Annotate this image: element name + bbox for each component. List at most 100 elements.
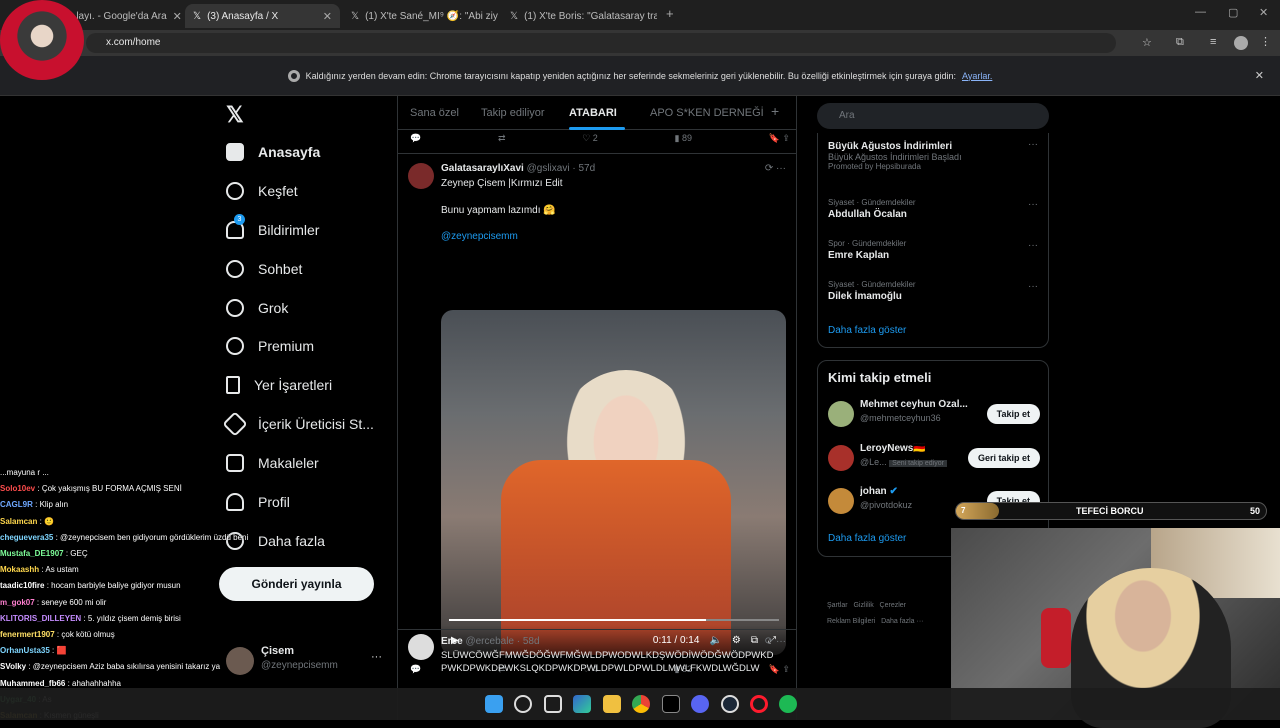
follows-you-badge: Seni takip ediyor: [889, 460, 947, 467]
chat-username: m_gok07: [0, 597, 35, 607]
nav-label: Grok: [258, 300, 289, 316]
nav-notifications[interactable]: 3 Bildirimler: [226, 214, 319, 239]
search-input[interactable]: Ara: [817, 103, 1049, 129]
nav-premium[interactable]: Premium: [226, 337, 314, 355]
footer-link[interactable]: Reklam Bilgileri: [827, 618, 875, 625]
footer-link[interactable]: Şartlar: [827, 602, 848, 609]
tab-atabari[interactable]: ATABARI: [569, 107, 617, 119]
tab-following[interactable]: Takip ediliyor: [481, 107, 545, 119]
close-icon[interactable]: ✕: [173, 10, 182, 23]
close-icon[interactable]: ✕: [323, 10, 332, 23]
tab-x-boris[interactable]: 𝕏(1) X'te Boris: "Galatasaray trans...✕: [502, 4, 657, 28]
trend-title: Dilek İmamoğlu: [828, 291, 902, 302]
tweet[interactable]: GalatasaraylıXavi @gslixavi · 57d ⟳ ··· …: [398, 153, 796, 674]
follow-button[interactable]: Takip et: [986, 404, 1040, 424]
chat-username: Muhammed_fb66: [0, 678, 66, 688]
spotify-icon[interactable]: [779, 695, 797, 713]
more-dots-icon[interactable]: ···: [1028, 199, 1038, 210]
x-app-icon[interactable]: [662, 695, 680, 713]
profile-avatar[interactable]: [1234, 36, 1248, 50]
retweet-icon[interactable]: ⇄: [498, 133, 506, 144]
url-field[interactable]: x.com/home: [86, 33, 1116, 53]
trend-item[interactable]: Spor · Gündemdekiler Emre Kaplan: [828, 239, 1038, 261]
tab-for-you[interactable]: Sana özel: [410, 107, 459, 119]
chat-username: Mustafa_DE1907: [0, 549, 64, 559]
chat-text: ...mayuna r ...: [0, 468, 49, 477]
chat-text: çok kötü olmuş: [61, 630, 115, 640]
goal-bar-title: TEFECİ BORCU: [1076, 506, 1144, 516]
more-dots-icon[interactable]: ···: [371, 651, 382, 663]
more-dots-icon[interactable]: ⟳ ···: [765, 163, 786, 174]
tab-label: ...layı. - Google'da Ara: [68, 10, 167, 22]
footer-link[interactable]: Gizlilik: [853, 602, 873, 609]
infobar-settings-link[interactable]: Ayarlar.: [962, 71, 992, 81]
follow-back-button[interactable]: Geri takip et: [967, 448, 1040, 468]
chat-text: ahahahhahha: [72, 678, 121, 688]
chat-message: Mokaashh : As ustam: [0, 565, 79, 575]
window-close-icon[interactable]: ✕: [1259, 6, 1268, 19]
new-tab-icon[interactable]: +: [666, 6, 674, 21]
bookmark-icon[interactable]: 🔖 ⇪: [769, 133, 790, 144]
trend-item[interactable]: Büyük Ağustos İndirimleri Büyük Ağustos İ…: [828, 139, 1038, 171]
views-button[interactable]: ▮ 89: [675, 133, 692, 144]
more-dots-icon[interactable]: ···: [1028, 139, 1038, 150]
tab-x-home[interactable]: 𝕏 (3) Anasayfa / X ✕: [185, 4, 340, 28]
nav-explore[interactable]: Keşfet: [226, 182, 298, 200]
search-icon[interactable]: [514, 695, 532, 713]
chrome-icon: [287, 69, 300, 82]
nav-home[interactable]: Anasayfa: [226, 143, 320, 161]
windows-icon[interactable]: [485, 695, 503, 713]
add-tab-icon[interactable]: +: [771, 103, 779, 119]
more-dots-icon[interactable]: ⟳ ···: [765, 636, 786, 647]
discord-icon[interactable]: [691, 695, 709, 713]
goal-bar-value: 50: [1249, 506, 1260, 516]
menu-icon[interactable]: ⋮: [1260, 35, 1271, 48]
x-logo-icon: 𝕏: [510, 10, 519, 22]
taskview-icon[interactable]: [544, 695, 562, 713]
more-dots-icon[interactable]: ···: [1028, 240, 1038, 251]
chat-text: @zeynepcisem ben gidiyorum gördüklerim ü…: [60, 532, 249, 542]
video-player[interactable]: ▶ 0:11 / 0:14 🔈 ⚙ ⧉ ⤢: [441, 310, 786, 655]
nav-creator-studio[interactable]: İçerik Üreticisi St...: [222, 411, 374, 437]
nav-grok[interactable]: Grok: [222, 295, 289, 321]
nav-bookmarks[interactable]: Yer İşaretleri: [226, 376, 332, 394]
nav-label: İçerik Üreticisi St...: [258, 416, 374, 432]
trend-item[interactable]: Siyaset · Gündemdekiler Abdullah Öcalan: [828, 198, 1038, 220]
show-more-link[interactable]: Daha fazla göster: [828, 533, 906, 544]
follow-suggestion[interactable]: LeroyNews🇩🇪 @Le... Seni takip ediyor Ger…: [828, 443, 1040, 475]
maximize-icon[interactable]: ▢: [1228, 6, 1238, 19]
x-logo-icon[interactable]: 𝕏: [226, 102, 244, 128]
reply-icon[interactable]: 💬: [410, 133, 421, 144]
trend-item[interactable]: Siyaset · Gündemdekiler Dilek İmamoğlu: [828, 280, 1038, 302]
video-progress-bar[interactable]: [449, 619, 779, 621]
follow-suggestion[interactable]: Mehmet ceyhun Özal... @mehmetceyhun36 Ta…: [828, 399, 1040, 431]
show-more-link[interactable]: Daha fazla göster: [828, 325, 906, 336]
search-icon: [226, 182, 244, 200]
chrome-icon[interactable]: [632, 695, 650, 713]
tab-apo[interactable]: APO S*KEN DERNEĞİ: [650, 107, 764, 119]
steam-icon[interactable]: [721, 695, 739, 713]
tab-x-sane[interactable]: 𝕏(1) X'te Sané_MI⁹ 🧭: "Abi ziyec...✕: [343, 4, 498, 28]
footer-link[interactable]: Çerezler: [880, 602, 906, 609]
like-button[interactable]: ♡ 2: [582, 133, 598, 144]
mention-link[interactable]: @zeynepcisemm: [441, 231, 518, 242]
footer-link[interactable]: Daha fazla ···: [881, 618, 923, 625]
verified-icon: ✔: [889, 486, 898, 497]
nav-chat[interactable]: Sohbet: [226, 260, 302, 278]
explorer-icon[interactable]: [603, 695, 621, 713]
chat-username: CAGL9R: [0, 500, 33, 510]
extensions-icon[interactable]: ⧉: [1176, 36, 1184, 49]
media-icon[interactable]: ≡: [1210, 36, 1216, 48]
author-name: Erce: [441, 636, 463, 647]
more-dots-icon[interactable]: ···: [1028, 281, 1038, 292]
tweet-author[interactable]: Erce @ercebale · 58d: [441, 636, 540, 647]
edge-icon[interactable]: [573, 695, 591, 713]
minimize-icon[interactable]: —: [1195, 6, 1206, 18]
avatar[interactable]: [408, 163, 434, 189]
tweet-author[interactable]: GalatasaraylıXavi @gslixavi · 57d: [441, 163, 595, 174]
nav-label: Premium: [258, 338, 315, 354]
opera-icon[interactable]: [750, 695, 768, 713]
star-icon[interactable]: ☆: [1142, 36, 1152, 49]
avatar[interactable]: [408, 634, 434, 660]
close-icon[interactable]: ✕: [1255, 69, 1264, 82]
